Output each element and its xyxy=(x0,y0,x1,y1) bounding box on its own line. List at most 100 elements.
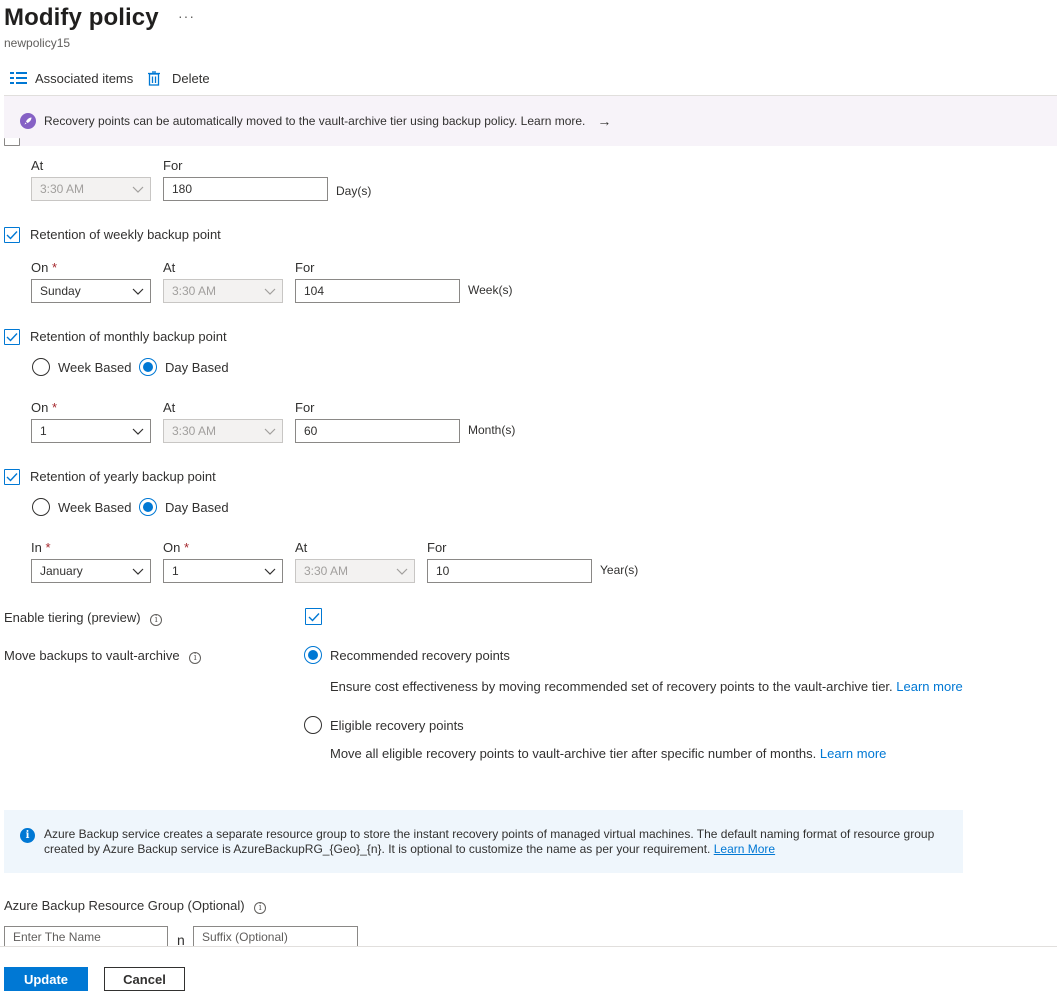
checkmark-icon xyxy=(308,612,320,622)
weekly-at-label: At xyxy=(163,260,176,275)
arrow-right-icon[interactable]: → xyxy=(597,113,611,129)
weekly-retention-checkbox[interactable] xyxy=(4,227,20,243)
yearly-month-value: January xyxy=(40,564,83,578)
monthly-time-select: 3:30 AM xyxy=(163,419,283,443)
chevron-down-icon xyxy=(264,564,276,578)
weekly-retention-label: Retention of weekly backup point xyxy=(30,227,221,242)
monthly-day-based-label: Day Based xyxy=(165,360,229,375)
info-learn-more-link[interactable]: Learn More xyxy=(714,842,775,856)
chevron-down-icon xyxy=(396,564,408,578)
weekly-time-select: 3:30 AM xyxy=(163,279,283,303)
update-button[interactable]: Update xyxy=(4,967,88,991)
rocket-icon xyxy=(20,113,36,129)
yearly-day-based-radio[interactable] xyxy=(139,498,157,516)
more-options-button[interactable]: ··· xyxy=(178,8,195,24)
yearly-day-based-label: Day Based xyxy=(165,500,229,515)
yearly-retention-label: Retention of yearly backup point xyxy=(30,469,216,484)
weekly-time-value: 3:30 AM xyxy=(172,284,217,298)
delete-label: Delete xyxy=(172,70,210,86)
daily-for-label: For xyxy=(163,158,183,173)
weekly-for-label: For xyxy=(295,260,315,275)
monthly-day-select[interactable]: 1 xyxy=(31,419,151,443)
weekly-unit: Week(s) xyxy=(468,283,513,297)
chevron-down-icon xyxy=(132,182,144,196)
monthly-unit: Month(s) xyxy=(468,423,516,437)
monthly-time-value: 3:30 AM xyxy=(172,424,217,438)
recommended-points-desc: Ensure cost effectiveness by moving reco… xyxy=(330,679,963,694)
info-filled-icon: i xyxy=(20,828,35,843)
monthly-retention-checkbox[interactable] xyxy=(4,329,20,345)
resource-group-label: Azure Backup Resource Group (Optional) i xyxy=(4,898,267,914)
enable-tiering-label: Enable tiering (preview) i xyxy=(4,610,163,626)
list-icon xyxy=(10,72,27,84)
monthly-day-value: 1 xyxy=(40,424,47,438)
info-icon[interactable]: i xyxy=(150,614,163,626)
daily-unit: Day(s) xyxy=(336,184,372,198)
checkmark-icon xyxy=(6,231,18,240)
weekly-day-select[interactable]: Sunday xyxy=(31,279,151,303)
monthly-week-based-radio[interactable] xyxy=(32,358,50,376)
trash-icon xyxy=(148,70,160,86)
yearly-day-value: 1 xyxy=(172,564,179,578)
daily-retention-checkbox[interactable] xyxy=(4,138,20,146)
info-icon[interactable]: i xyxy=(189,652,202,664)
associated-items-label: Associated items xyxy=(35,70,134,86)
chevron-down-icon xyxy=(264,424,276,438)
recommended-points-label: Recommended recovery points xyxy=(330,648,510,663)
yearly-unit: Year(s) xyxy=(600,563,639,577)
daily-at-label: At xyxy=(31,158,44,173)
yearly-time-value: 3:30 AM xyxy=(304,564,349,578)
resource-group-suffix-input[interactable]: Suffix (Optional) xyxy=(193,926,358,947)
recommended-points-radio[interactable] xyxy=(304,646,322,664)
info-icon[interactable]: i xyxy=(254,902,267,914)
monthly-week-based-label: Week Based xyxy=(58,360,132,375)
delete-button[interactable]: Delete xyxy=(148,68,210,88)
weekly-for-input[interactable]: 104 xyxy=(295,279,460,303)
monthly-day-based-radio[interactable] xyxy=(139,358,157,376)
page-title: Modify policy xyxy=(4,4,159,31)
chevron-down-icon xyxy=(132,564,144,578)
archive-banner: Recovery points can be automatically mov… xyxy=(4,96,1057,146)
yearly-week-based-label: Week Based xyxy=(58,500,132,515)
daily-time-value: 3:30 AM xyxy=(40,182,85,196)
yearly-for-label: For xyxy=(427,540,447,555)
yearly-month-select[interactable]: January xyxy=(31,559,151,583)
resource-group-name-input[interactable]: Enter The Name xyxy=(4,926,168,947)
eligible-points-label: Eligible recovery points xyxy=(330,718,464,733)
checkmark-icon xyxy=(6,473,18,482)
monthly-at-label: At xyxy=(163,400,176,415)
yearly-at-label: At xyxy=(295,540,308,555)
monthly-for-label: For xyxy=(295,400,315,415)
policy-name: newpolicy15 xyxy=(4,36,71,50)
monthly-retention-label: Retention of monthly backup point xyxy=(30,329,227,344)
monthly-for-input[interactable]: 60 xyxy=(295,419,460,443)
chevron-down-icon xyxy=(132,284,144,298)
cancel-button[interactable]: Cancel xyxy=(104,967,185,991)
monthly-on-label: On * xyxy=(31,400,58,415)
yearly-retention-checkbox[interactable] xyxy=(4,469,20,485)
enable-tiering-checkbox[interactable] xyxy=(305,608,322,625)
recommended-learn-more-link[interactable]: Learn more xyxy=(896,679,962,694)
checkmark-icon xyxy=(6,333,18,342)
weekly-day-value: Sunday xyxy=(40,284,81,298)
yearly-time-select: 3:30 AM xyxy=(295,559,415,583)
resource-group-info: i Azure Backup service creates a separat… xyxy=(4,810,963,873)
daily-time-select: 3:30 AM xyxy=(31,177,151,201)
yearly-day-select[interactable]: 1 xyxy=(163,559,283,583)
banner-learn-more-link[interactable]: Recovery points can be automatically mov… xyxy=(44,114,585,128)
yearly-for-input[interactable]: 10 xyxy=(427,559,592,583)
eligible-points-radio[interactable] xyxy=(304,716,322,734)
eligible-points-desc: Move all eligible recovery points to vau… xyxy=(330,746,887,761)
yearly-on-label: On * xyxy=(163,540,190,555)
yearly-week-based-radio[interactable] xyxy=(32,498,50,516)
footer-divider xyxy=(0,946,1057,947)
chevron-down-icon xyxy=(132,424,144,438)
eligible-learn-more-link[interactable]: Learn more xyxy=(820,746,886,761)
yearly-in-label: In * xyxy=(31,540,51,555)
resource-group-info-text: Azure Backup service creates a separate … xyxy=(44,827,935,856)
weekly-on-label: On * xyxy=(31,260,58,275)
daily-for-input[interactable]: 180 xyxy=(163,177,328,201)
chevron-down-icon xyxy=(264,284,276,298)
move-backups-label: Move backups to vault-archive i xyxy=(4,648,202,664)
associated-items-button[interactable]: Associated items xyxy=(10,68,133,88)
